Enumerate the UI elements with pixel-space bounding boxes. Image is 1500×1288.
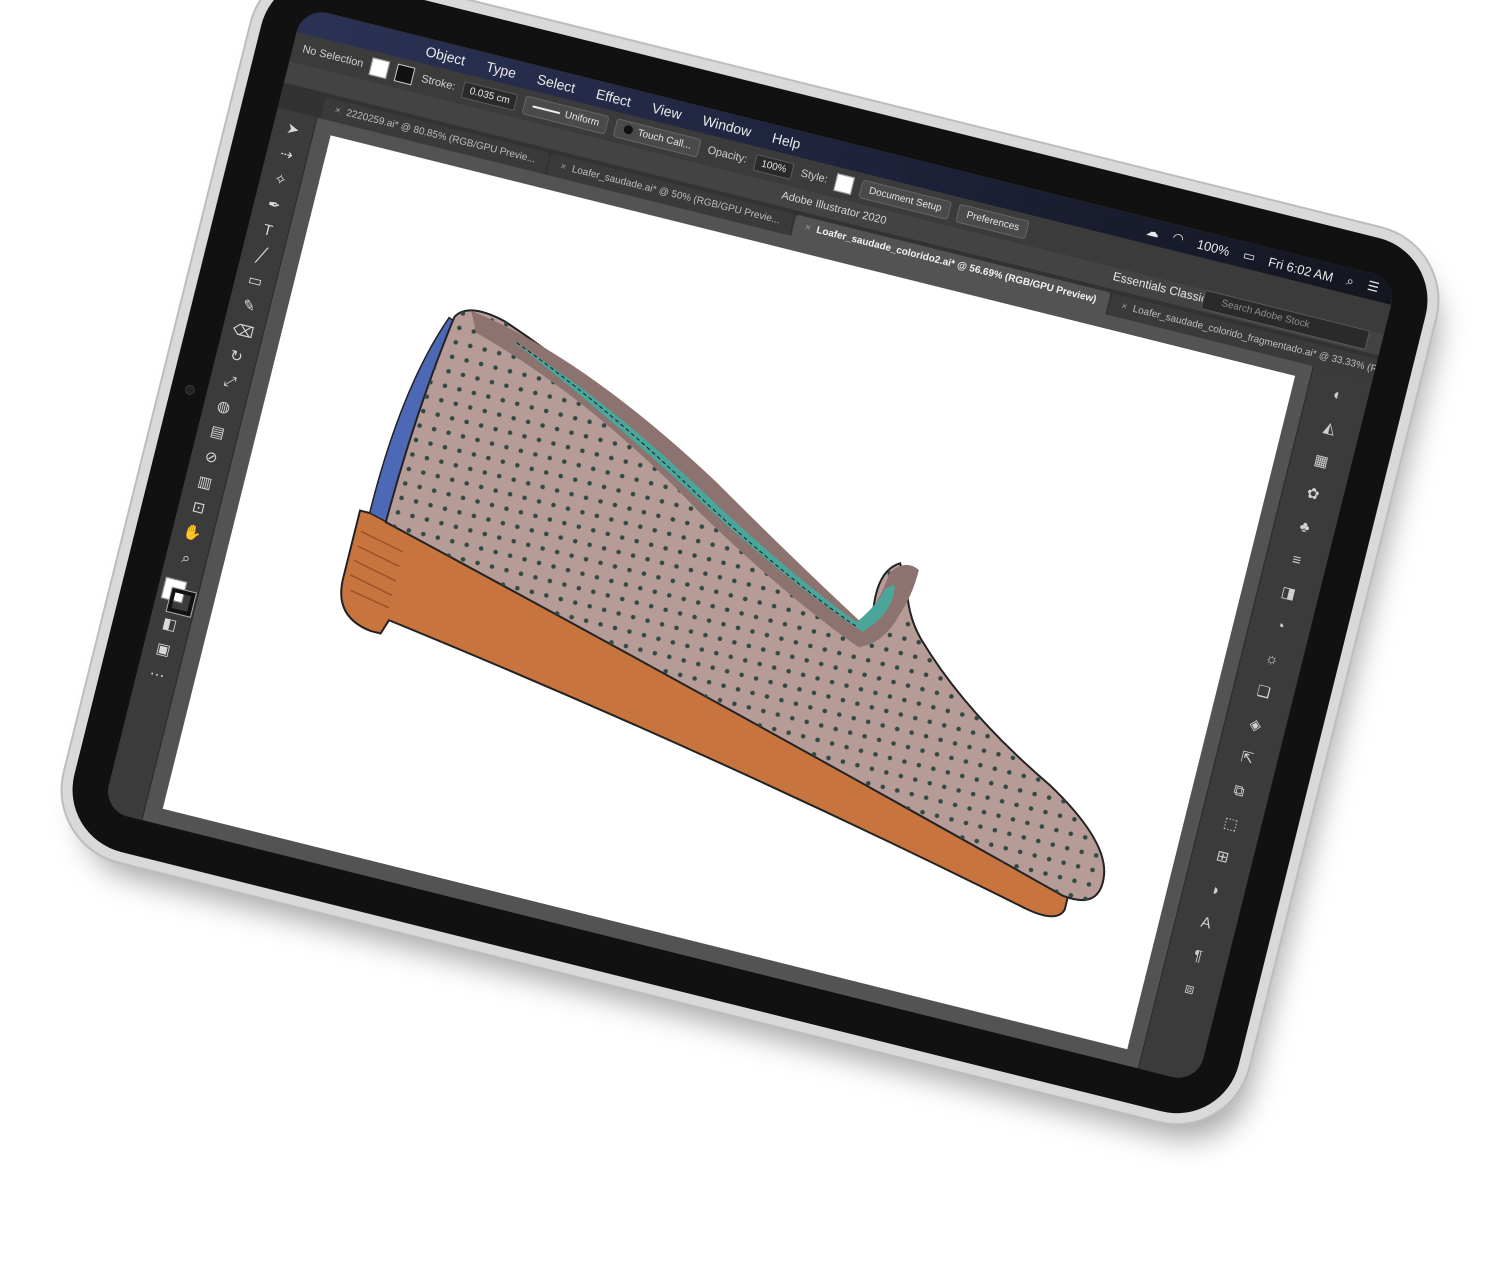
close-icon[interactable]: ×	[334, 105, 342, 117]
menu-type[interactable]: Type	[485, 58, 518, 81]
artboards-panel-icon[interactable]: ⧉	[1226, 778, 1253, 805]
stroke-line-icon	[532, 105, 561, 115]
battery-icon: ▭	[1241, 246, 1258, 265]
character-panel-icon[interactable]: A	[1193, 910, 1220, 937]
opacity-label: Opacity:	[706, 144, 749, 166]
creative-cloud-icon[interactable]: ☁	[1145, 223, 1161, 242]
scale-tool-icon[interactable]: ⤢	[218, 370, 242, 394]
rectangle-tool-icon[interactable]: ▭	[243, 269, 267, 293]
opentype-panel-icon[interactable]: ⧈	[1176, 976, 1203, 1003]
shape-builder-tool-icon[interactable]: ◍	[211, 395, 235, 419]
tablet-device: Object Type Select Effect View Window He…	[58, 0, 1442, 1127]
pathfinder-panel-icon[interactable]: ◑	[1201, 877, 1228, 904]
tablet-screen: Object Type Select Effect View Window He…	[102, 6, 1398, 1084]
opacity-field[interactable]: 100%	[752, 153, 796, 180]
paintbrush-tool-icon[interactable]: ✎	[237, 295, 261, 319]
close-icon[interactable]: ×	[559, 161, 567, 173]
brushes-panel-icon[interactable]: ✿	[1300, 481, 1327, 508]
menu-select[interactable]: Select	[535, 71, 577, 96]
pen-tool-icon[interactable]: ✒	[262, 194, 286, 218]
rotate-tool-icon[interactable]: ↻	[224, 345, 248, 369]
column-graph-tool-icon[interactable]: ▥	[193, 471, 217, 495]
wifi-icon: ◠	[1171, 229, 1186, 247]
selection-tool-icon[interactable]: ➤	[281, 118, 305, 142]
stroke-swatch[interactable]	[394, 63, 416, 86]
close-icon[interactable]: ×	[804, 222, 812, 234]
stroke-panel-icon[interactable]: ≡	[1283, 547, 1310, 574]
transform-panel-icon[interactable]: ⬚	[1217, 811, 1244, 838]
asset-export-panel-icon[interactable]: ⇱	[1234, 745, 1261, 772]
graphic-styles-panel-icon[interactable]: ❏	[1250, 679, 1277, 706]
symbols-panel-icon[interactable]: ♣	[1291, 514, 1318, 541]
color-mode-icon[interactable]: ◧	[157, 613, 181, 637]
gradient-panel-icon[interactable]: ◨	[1275, 580, 1302, 607]
menu-effect[interactable]: Effect	[594, 86, 632, 110]
eraser-tool-icon[interactable]: ⌫	[230, 320, 256, 344]
spotlight-search-icon[interactable]: ⌕	[1345, 273, 1356, 290]
brush-label: Touch Call...	[636, 127, 693, 152]
fill-stroke-widget[interactable]	[159, 576, 198, 618]
gradient-tool-icon[interactable]: ▤	[205, 421, 229, 445]
graphic-style-swatch[interactable]	[833, 173, 855, 195]
style-label: Style:	[799, 167, 829, 186]
appearance-panel-icon[interactable]: ☼	[1258, 646, 1285, 673]
paragraph-panel-icon[interactable]: ¶	[1184, 943, 1211, 970]
swatches-panel-icon[interactable]: ▦	[1308, 448, 1335, 475]
fill-swatch[interactable]	[368, 57, 391, 80]
control-center-icon[interactable]: ☰	[1365, 278, 1381, 296]
screen-mode-icon[interactable]: ▣	[151, 638, 175, 662]
profile-label: Uniform	[563, 109, 601, 129]
stroke-box[interactable]	[165, 586, 198, 618]
zoom-tool-icon[interactable]: ⌕	[174, 547, 198, 571]
color-panel-icon[interactable]: ◐	[1324, 382, 1351, 409]
line-tool-icon[interactable]: ╱	[249, 244, 273, 268]
battery-text: 100%	[1195, 235, 1232, 259]
stroke-label: Stroke:	[419, 72, 457, 93]
menu-view[interactable]: View	[650, 100, 683, 123]
type-tool-icon[interactable]: T	[256, 219, 280, 243]
magic-wand-tool-icon[interactable]: ✧	[268, 168, 292, 192]
more-tools-icon[interactable]: ⋯	[145, 663, 169, 687]
menu-help[interactable]: Help	[771, 130, 803, 152]
brush-dot-icon	[623, 124, 635, 136]
close-icon[interactable]: ×	[1120, 301, 1128, 313]
layers-panel-icon[interactable]: ◈	[1242, 712, 1269, 739]
artboard-tool-icon[interactable]: ⊡	[186, 496, 210, 520]
tablet-camera	[183, 383, 196, 396]
align-panel-icon[interactable]: ⊞	[1209, 844, 1236, 871]
transparency-panel-icon[interactable]: ◔	[1267, 613, 1294, 640]
hand-tool-icon[interactable]: ✋	[180, 522, 204, 546]
eyedropper-tool-icon[interactable]: ⊘	[199, 446, 223, 470]
direct-selection-tool-icon[interactable]: ⇢	[274, 143, 298, 167]
color-guide-panel-icon[interactable]: ◭	[1316, 415, 1343, 442]
